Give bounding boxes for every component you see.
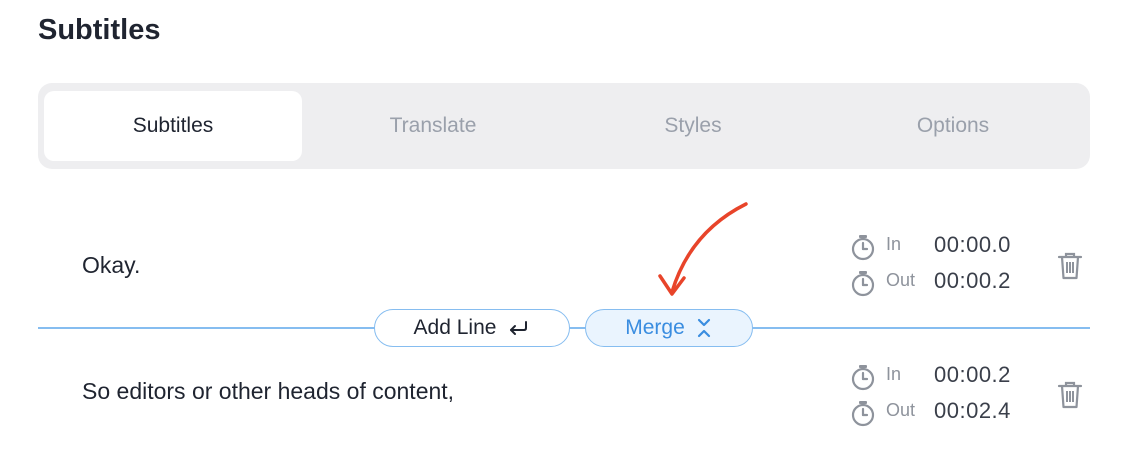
delete-subtitle-button[interactable]: [1057, 251, 1083, 281]
in-label: In: [886, 364, 902, 384]
out-time-row: Out 00:00.2: [850, 268, 1030, 298]
stopwatch-icon: [851, 401, 875, 427]
subtitle-text[interactable]: So editors or other heads of content,: [82, 378, 454, 405]
merge-button[interactable]: Merge: [585, 309, 753, 347]
tab-bar: Subtitles Translate Styles Options: [38, 83, 1090, 169]
tab-styles[interactable]: Styles: [564, 91, 822, 161]
tab-options[interactable]: Options: [824, 91, 1082, 161]
annotation-arrow-icon: [658, 202, 748, 296]
delete-subtitle-button[interactable]: [1057, 380, 1083, 410]
in-label: In: [886, 234, 902, 254]
in-time[interactable]: 00:00.0: [934, 232, 1011, 258]
merge-icon: [697, 318, 710, 338]
trash-icon: [1057, 252, 1083, 280]
out-label: Out: [886, 270, 916, 290]
trash-icon: [1057, 381, 1083, 409]
add-line-label: Add Line: [413, 316, 497, 339]
merge-label: Merge: [625, 316, 685, 339]
subtitle-text[interactable]: Okay.: [82, 252, 140, 279]
in-time-row: In 00:00.2: [850, 362, 1030, 392]
out-label: Out: [886, 400, 916, 420]
tab-translate[interactable]: Translate: [304, 91, 562, 161]
out-time[interactable]: 00:00.2: [934, 268, 1011, 294]
out-time[interactable]: 00:02.4: [934, 398, 1011, 424]
stopwatch-icon: [851, 365, 875, 391]
page-title: Subtitles: [38, 14, 161, 46]
add-line-button[interactable]: Add Line: [374, 309, 570, 347]
stopwatch-icon: [851, 271, 875, 297]
stopwatch-icon: [851, 235, 875, 261]
tab-subtitles[interactable]: Subtitles: [44, 91, 302, 161]
in-time[interactable]: 00:00.2: [934, 362, 1011, 388]
out-time-row: Out 00:02.4: [850, 398, 1030, 428]
in-time-row: In 00:00.0: [850, 232, 1030, 262]
enter-icon: [510, 321, 528, 335]
